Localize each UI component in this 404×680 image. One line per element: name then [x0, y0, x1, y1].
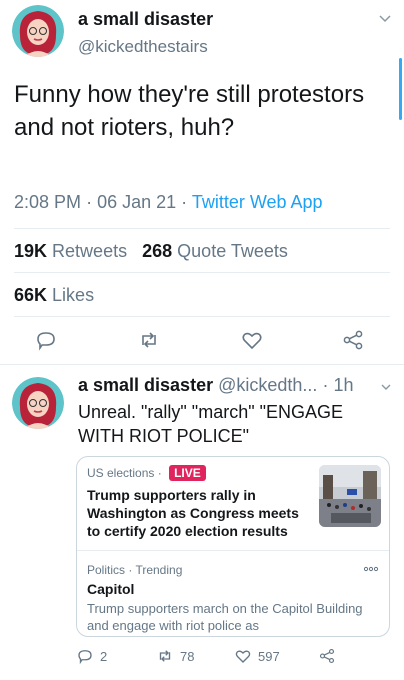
reply-icon — [78, 650, 92, 665]
card-topic[interactable]: Capitol — [87, 581, 134, 597]
like-button[interactable]: 597 — [234, 647, 280, 665]
tweet-source-link[interactable]: Twitter Web App — [192, 192, 323, 212]
live-badge: LIVE — [169, 465, 206, 481]
reply-button[interactable]: 2 — [76, 647, 107, 665]
card-secondary-meta: Politics · Trending — [87, 563, 183, 577]
likes-label: Likes — [52, 285, 95, 305]
divider — [14, 228, 390, 229]
meta-dot: · — [86, 192, 98, 212]
meta-dot: · — [322, 375, 334, 395]
card-thumbnail[interactable] — [319, 465, 381, 527]
like-count: 597 — [258, 648, 280, 664]
share-icon — [319, 648, 335, 664]
likes-link[interactable]: 66K Likes — [14, 285, 94, 306]
tweet-text: Funny how they're still protestors and n… — [14, 81, 365, 141]
retweet-count: 78 — [180, 648, 195, 664]
reply-icon[interactable] — [34, 328, 58, 352]
chevron-down-icon[interactable] — [380, 381, 392, 393]
reply-age: 1h — [333, 375, 354, 395]
card-category: US elections — [87, 466, 155, 480]
quote-label: Quote Tweets — [177, 241, 288, 261]
likes-count: 66K — [14, 285, 48, 305]
retweets-label: Retweets — [52, 241, 128, 261]
reply-text: Unreal. "rally" "march" "ENGAGE WITH RIO… — [78, 402, 344, 446]
like-icon[interactable] — [240, 328, 264, 352]
share-button[interactable] — [318, 647, 336, 665]
retweets-link[interactable]: 19K Retweets — [14, 241, 127, 261]
retweets-count: 19K — [14, 241, 48, 261]
reply-author-name[interactable]: a small disaster — [78, 375, 213, 395]
card-separator — [77, 550, 389, 551]
tweet-time: 2:08 PM — [14, 192, 82, 212]
avatar[interactable] — [12, 377, 64, 429]
quote-tweets-link[interactable]: 268 Quote Tweets — [142, 241, 288, 261]
quote-count: 268 — [142, 241, 173, 261]
more-icon[interactable] — [363, 565, 379, 573]
card-category-row: US elections · LIVE — [87, 465, 206, 481]
author-handle[interactable]: @kickedthestairs — [78, 37, 208, 57]
chevron-down-icon[interactable] — [378, 12, 392, 26]
card-headline[interactable]: Trump supporters rally in Washington as … — [87, 486, 312, 540]
like-icon — [235, 650, 251, 663]
reply-author-handle[interactable]: @kickedth... — [218, 375, 317, 395]
reply-count: 2 — [100, 648, 108, 664]
meta-dot: · — [181, 192, 192, 212]
divider — [14, 272, 390, 273]
reply-header: a small disaster @kickedth... · 1h — [78, 375, 353, 396]
main-tweet: a small disaster @kickedthestairs Funny … — [0, 0, 404, 365]
retweet-icon[interactable] — [137, 328, 161, 352]
author-name[interactable]: a small disaster — [78, 9, 213, 30]
retweet-button[interactable]: 78 — [156, 647, 194, 665]
trending-card[interactable]: US elections · LIVE Trump supporters ral… — [76, 456, 390, 637]
tweet-meta: 2:08 PM · 06 Jan 21 · Twitter Web App — [14, 192, 323, 213]
retweet-stats: 19K Retweets 268 Quote Tweets — [14, 241, 288, 262]
retweet-icon — [159, 650, 171, 662]
avatar[interactable] — [12, 5, 64, 57]
reply-actions: 2 78 597 — [76, 647, 396, 667]
share-icon[interactable] — [341, 328, 365, 352]
card-description: Trump supporters march on the Capitol Bu… — [87, 601, 363, 633]
tweet-date: 06 Jan 21 — [97, 192, 177, 212]
meta-dot: · — [157, 466, 166, 480]
tweet-actions — [0, 328, 404, 356]
divider — [14, 316, 390, 317]
